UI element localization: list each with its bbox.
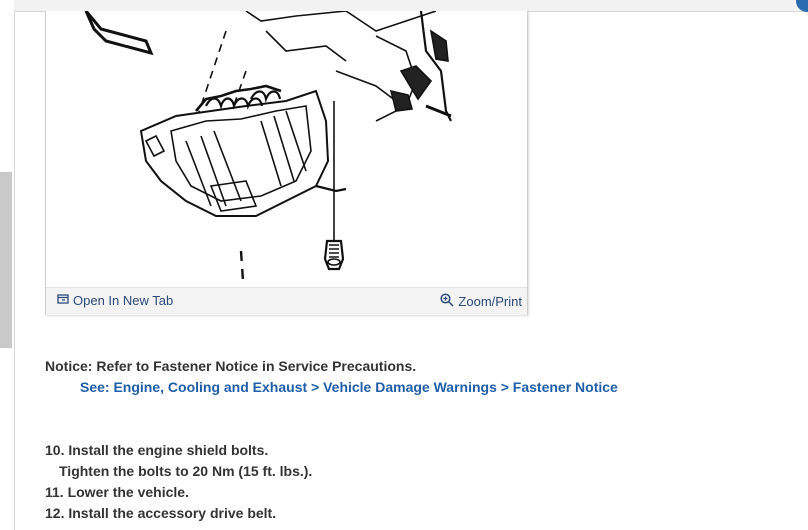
scrollbar-thumb[interactable]	[0, 172, 12, 348]
corner-button[interactable]	[796, 0, 808, 12]
procedure-steps: 10. Install the engine shield bolts. Tig…	[45, 442, 312, 526]
step-11: 11. Lower the vehicle.	[45, 484, 189, 500]
notice-text: Notice: Refer to Fastener Notice in Serv…	[45, 358, 417, 374]
figure-container: Open In New Tab Zoom/Print	[45, 11, 528, 315]
zoom-icon	[440, 293, 454, 310]
step-10-torque-spec: Tighten the bolts to 20 Nm (15 ft. lbs.)…	[59, 463, 313, 479]
figure-toolbar: Open In New Tab Zoom/Print	[46, 287, 527, 315]
open-new-tab-icon	[57, 293, 69, 308]
zoom-print-link[interactable]: Zoom/Print	[440, 293, 522, 310]
step-12: 12. Install the accessory drive belt.	[45, 505, 277, 521]
open-in-new-tab-link[interactable]: Open In New Tab	[57, 293, 173, 308]
step-10: 10. Install the engine shield bolts.	[45, 442, 269, 458]
engine-shield-illustration	[46, 11, 527, 287]
open-in-new-tab-label: Open In New Tab	[73, 293, 174, 308]
zoom-print-label: Zoom/Print	[458, 294, 522, 309]
fastener-notice-link[interactable]: See: Engine, Cooling and Exhaust > Vehic…	[80, 379, 618, 395]
